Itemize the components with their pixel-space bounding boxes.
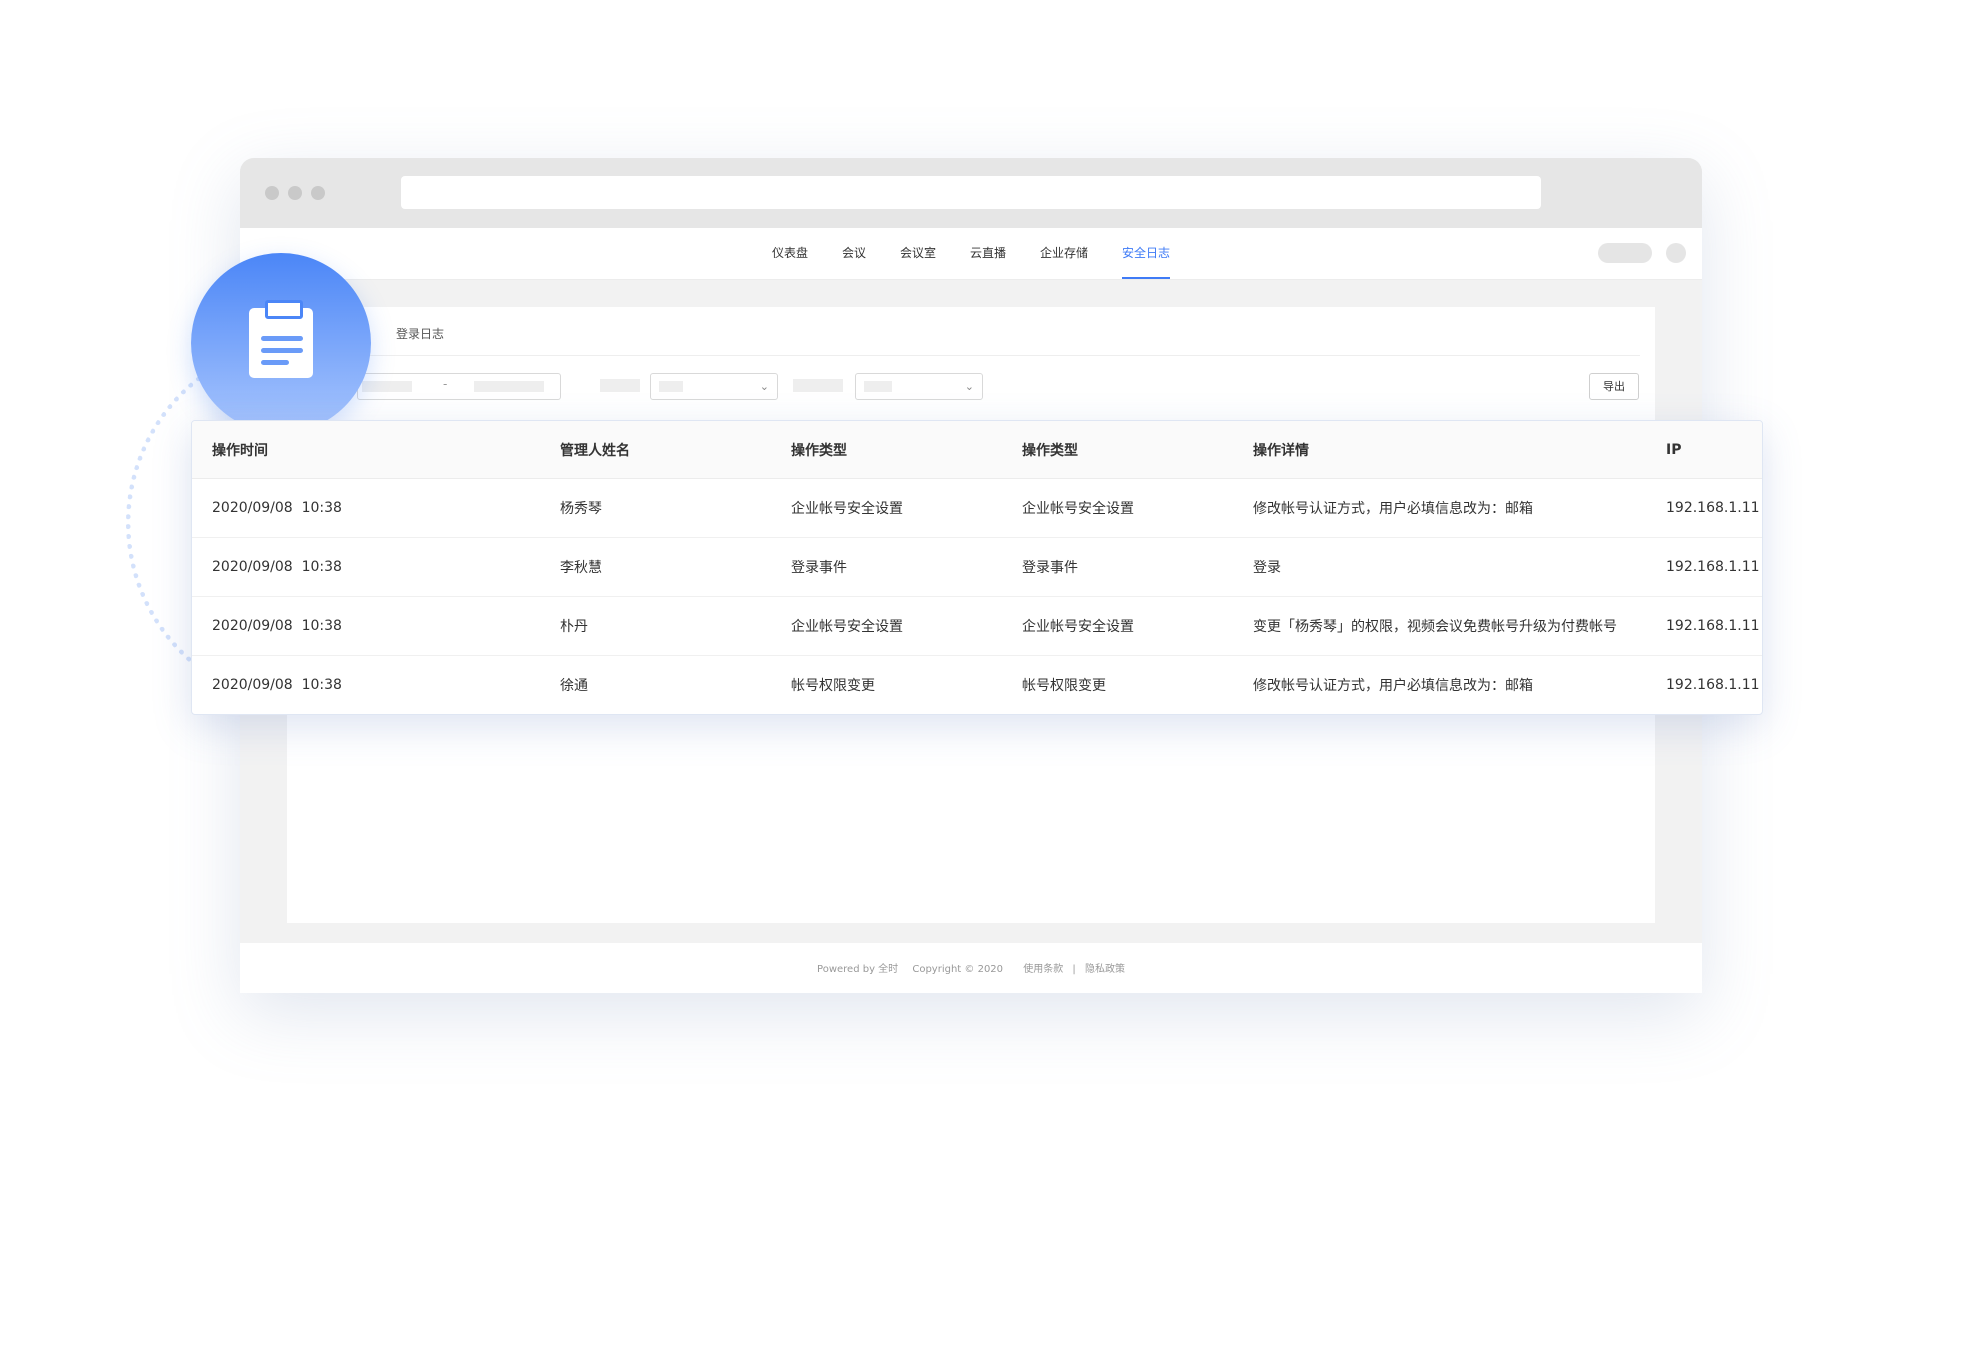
nav-item-storage[interactable]: 企业存储 <box>1023 228 1105 279</box>
cell-details: 变更「杨秀琴」的权限，视频会议免费帐号升级为付费帐号 <box>1233 596 1646 656</box>
column-header-time[interactable]: 操作时间 <box>192 421 540 479</box>
cell-admin-name: 徐通 <box>560 678 588 694</box>
address-bar[interactable] <box>401 176 1541 209</box>
footer-privacy-link[interactable]: 隐私政策 <box>1085 964 1125 975</box>
tab-divider <box>302 355 1640 356</box>
column-header-details[interactable]: 操作详情 <box>1233 421 1646 479</box>
select-value-placeholder <box>864 381 892 392</box>
cell-ip: 192.168.1.11 <box>1646 478 1762 538</box>
cell-operation-type: 帐号权限变更 <box>791 678 875 694</box>
date-range-input[interactable]: - <box>357 373 561 400</box>
nav-item-meetings[interactable]: 会议 <box>825 228 883 279</box>
column-header-ip[interactable]: IP <box>1646 421 1762 479</box>
date-end-placeholder <box>474 381 544 392</box>
cell-admin-name: 朴丹 <box>540 596 771 656</box>
security-log-table: 操作时间 管理人姓名 操作类型 操作类型 操作详情 IP 2020/09/08 … <box>191 420 1763 715</box>
window-maximize-dot[interactable] <box>311 186 325 200</box>
column-header-admin-name[interactable]: 管理人姓名 <box>540 421 771 479</box>
cell-operation-type: 企业帐号安全设置 <box>1002 596 1233 656</box>
date-range-separator: - <box>443 377 448 391</box>
nav-item-dashboard[interactable]: 仪表盘 <box>755 228 825 279</box>
date-start-placeholder <box>362 381 412 392</box>
browser-chrome <box>240 158 1702 228</box>
cell-ip: 192.168.1.11 <box>1666 677 1760 693</box>
column-header-operation-type[interactable]: 操作类型 <box>771 421 1002 479</box>
clipboard-badge <box>191 253 371 433</box>
cell-time: 2020/09/08 10:38 <box>192 596 540 656</box>
cell-time: 2020/09/08 10:38 <box>212 677 342 693</box>
cell-details: 修改帐号认证方式，用户必填信息改为：邮箱 <box>1233 478 1646 538</box>
cell-ip: 192.168.1.11 <box>1646 596 1762 656</box>
table-row[interactable]: 2020/09/08 10:38 杨秀琴 企业帐号安全设置 企业帐号安全设置 修… <box>192 478 1762 538</box>
cell-admin-name: 李秋慧 <box>540 537 771 597</box>
cell-ip: 192.168.1.11 <box>1646 537 1762 597</box>
nav-item-meeting-rooms[interactable]: 会议室 <box>883 228 953 279</box>
footer-terms-link[interactable]: 使用条款 <box>1023 964 1063 975</box>
nav-item-security-log[interactable]: 安全日志 <box>1105 228 1187 279</box>
chevron-down-icon: ⌄ <box>964 380 974 393</box>
footer-copyright: Copyright © 2020 <box>912 964 1004 975</box>
avatar[interactable] <box>1666 243 1686 263</box>
window-minimize-dot[interactable] <box>288 186 302 200</box>
cell-operation-type: 企业帐号安全设置 <box>771 596 1002 656</box>
cell-admin-name: 杨秀琴 <box>540 478 771 538</box>
footer: Powered by 全时 Copyright © 2020 使用条款 | 隐私… <box>240 943 1702 993</box>
cell-time: 2020/09/08 10:38 <box>192 537 540 597</box>
type-select[interactable]: ⌄ <box>650 373 778 400</box>
user-menu-pill[interactable] <box>1598 243 1652 263</box>
event-select[interactable]: ⌄ <box>855 373 983 400</box>
footer-divider: | <box>1072 964 1076 975</box>
cell-operation-type: 企业帐号安全设置 <box>771 478 1002 538</box>
export-button[interactable]: 导出 <box>1589 373 1639 400</box>
nav-item-live[interactable]: 云直播 <box>953 228 1023 279</box>
cell-operation-type: 登录事件 <box>771 537 1002 597</box>
table-row[interactable]: 2020/09/08 10:38 李秋慧 登录事件 登录事件 登录 192.16… <box>192 537 1762 597</box>
window-close-dot[interactable] <box>265 186 279 200</box>
chevron-down-icon: ⌄ <box>759 380 769 393</box>
filter-label-placeholder <box>793 379 843 392</box>
cell-operation-type: 帐号权限变更 <box>1022 678 1106 694</box>
top-navigation: 仪表盘 会议 会议室 云直播 企业存储 安全日志 <box>240 228 1702 280</box>
cell-operation-type: 登录事件 <box>1002 537 1233 597</box>
tab-login-log[interactable]: 登录日志 <box>396 325 444 342</box>
cell-details: 登录 <box>1233 537 1646 597</box>
column-header-operation-type[interactable]: 操作类型 <box>1002 421 1233 479</box>
table-row[interactable]: 2020/09/08 10:38 朴丹 企业帐号安全设置 企业帐号安全设置 变更… <box>192 596 1762 656</box>
cell-time: 2020/09/08 10:38 <box>192 478 540 538</box>
select-value-placeholder <box>659 381 683 392</box>
table-header-row: 操作时间 管理人姓名 操作类型 操作类型 操作详情 IP <box>192 421 1762 479</box>
table-row[interactable]: 2020/09/08 10:38 徐通 帐号权限变更 帐号权限变更 修改帐号认证… <box>192 656 1762 715</box>
filter-label-placeholder <box>600 379 640 392</box>
footer-powered-by: Powered by 全时 <box>817 964 899 975</box>
cell-operation-type: 企业帐号安全设置 <box>1002 478 1233 538</box>
cell-details: 修改帐号认证方式，用户必填信息改为：邮箱 <box>1253 678 1533 694</box>
